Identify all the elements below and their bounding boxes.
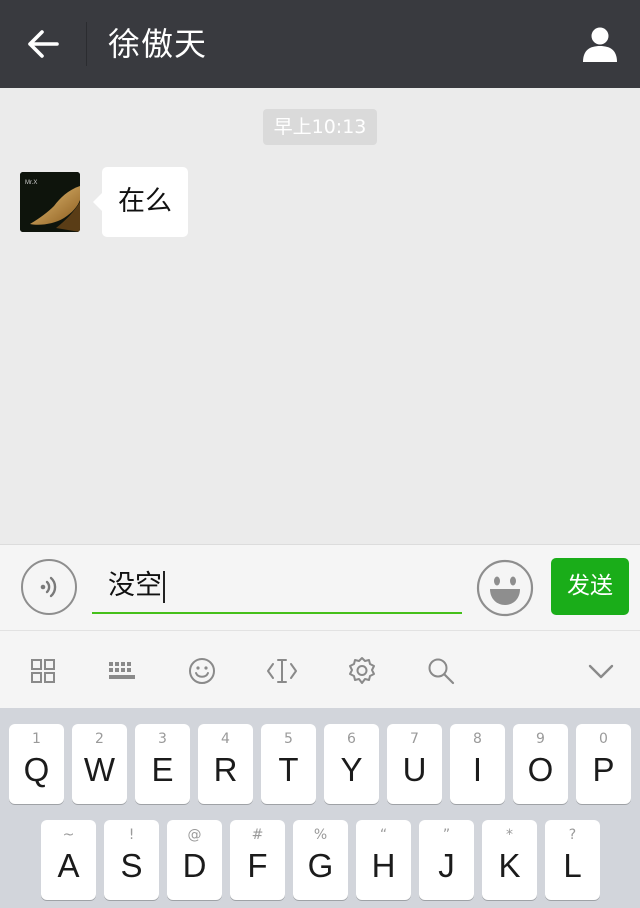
- avatar-caption: Mr.X: [25, 180, 37, 186]
- key-label: H: [371, 847, 396, 884]
- key-hint: 7: [410, 731, 419, 747]
- toolbar-cursor[interactable]: [260, 649, 304, 693]
- toolbar-search[interactable]: [419, 649, 463, 693]
- key-i[interactable]: 8I: [450, 724, 505, 804]
- key-o[interactable]: 9O: [513, 724, 568, 804]
- key-label: S: [120, 847, 143, 884]
- grid-icon: [31, 659, 55, 683]
- key-h[interactable]: “H: [356, 820, 411, 900]
- avatar-image: Mr.X: [20, 172, 80, 232]
- key-hint: 2: [95, 731, 104, 747]
- key-hint: *: [506, 827, 513, 843]
- key-label: R: [213, 751, 238, 788]
- key-label: K: [498, 847, 521, 884]
- key-label: A: [57, 847, 80, 884]
- back-button[interactable]: [14, 20, 72, 68]
- emoji-button[interactable]: [476, 559, 534, 617]
- key-d[interactable]: @ D: [167, 820, 222, 900]
- message-input[interactable]: 没空: [92, 558, 462, 614]
- input-bar: 没空 发送: [0, 544, 640, 630]
- person-icon: [583, 27, 617, 62]
- key-s[interactable]: ! S: [104, 820, 159, 900]
- key-label: L: [563, 847, 582, 884]
- voice-icon: [40, 576, 57, 598]
- key-y[interactable]: 6Y: [324, 724, 379, 804]
- ime-toolbar: [0, 630, 640, 708]
- key-j[interactable]: ” J: [419, 820, 474, 900]
- message-list[interactable]: 早上10:13 Mr.X 在么: [0, 88, 640, 544]
- key-hint: @: [187, 827, 202, 843]
- cursor-icon: [267, 659, 297, 683]
- key-k[interactable]: * K: [482, 820, 537, 900]
- title-bar: 徐傲天: [0, 0, 640, 88]
- keyboard-icon: [109, 662, 135, 679]
- toolbar-settings[interactable]: [340, 649, 384, 693]
- key-label: T: [278, 751, 299, 788]
- key-hint: %: [313, 827, 328, 843]
- key-e[interactable]: 3E: [135, 724, 190, 804]
- key-label: J: [438, 847, 455, 884]
- message-timestamp: 早上10:13: [263, 109, 377, 145]
- search-icon: [428, 658, 455, 685]
- key-label: G: [307, 847, 334, 884]
- key-hint: “: [379, 827, 388, 843]
- key-hint: 0: [599, 731, 608, 747]
- toolbar-collapse[interactable]: [579, 649, 623, 693]
- chat-title: 徐傲天: [108, 25, 208, 63]
- key-label: D: [182, 847, 207, 884]
- message-bubble[interactable]: 在么: [93, 167, 188, 237]
- key-hint: 9: [536, 731, 545, 747]
- key-hint: !: [128, 827, 135, 843]
- key-label: Y: [340, 751, 363, 788]
- key-hint: 8: [473, 731, 482, 747]
- key-f[interactable]: # F: [230, 820, 285, 900]
- key-label: E: [151, 751, 174, 788]
- key-hint: 1: [32, 731, 41, 747]
- key-label: I: [472, 751, 483, 788]
- key-u[interactable]: 7U: [387, 724, 442, 804]
- toolbar-grid[interactable]: [21, 649, 65, 693]
- text-caret: [163, 570, 165, 603]
- key-hint: 3: [158, 731, 167, 747]
- arrow-left-icon: [28, 30, 59, 58]
- send-button[interactable]: 发送: [551, 558, 629, 615]
- profile-button[interactable]: [576, 20, 624, 68]
- key-hint: ~: [62, 827, 75, 843]
- key-hint: ?: [568, 827, 577, 843]
- chevron-down-icon: [588, 664, 614, 679]
- key-l[interactable]: ? L: [545, 820, 600, 900]
- key-r[interactable]: 4R: [198, 724, 253, 804]
- key-hint: #: [251, 827, 264, 843]
- voice-button[interactable]: [21, 559, 77, 615]
- key-q[interactable]: 1Q: [9, 724, 64, 804]
- toolbar-emoji[interactable]: [180, 649, 224, 693]
- key-label: W: [83, 751, 116, 788]
- smiley-icon: [476, 559, 534, 617]
- contact-avatar[interactable]: Mr.X: [20, 172, 80, 232]
- toolbar-keyboard[interactable]: [100, 649, 144, 693]
- key-w[interactable]: 2W: [72, 724, 127, 804]
- key-label: U: [402, 751, 427, 788]
- settings-icon: [349, 657, 375, 684]
- key-hint: ”: [442, 827, 451, 843]
- key-hint: 4: [221, 731, 230, 747]
- key-label: F: [247, 847, 268, 884]
- key-hint: 5: [284, 731, 293, 747]
- key-p[interactable]: 0P: [576, 724, 631, 804]
- message-input-text: 没空: [108, 570, 162, 601]
- keyboard: 1Q 2W 3E 4R 5T 6Y 7U 8I 9O 0P ~ A ! S @ D #…: [0, 708, 640, 908]
- emoji-icon: [189, 658, 215, 684]
- key-label: P: [592, 751, 615, 788]
- header-divider: [86, 22, 87, 66]
- key-t[interactable]: 5T: [261, 724, 316, 804]
- key-g[interactable]: % G: [293, 820, 348, 900]
- key-label: Q: [23, 751, 50, 788]
- key-label: O: [527, 751, 554, 788]
- key-hint: 6: [347, 731, 356, 747]
- key-a[interactable]: ~ A: [41, 820, 96, 900]
